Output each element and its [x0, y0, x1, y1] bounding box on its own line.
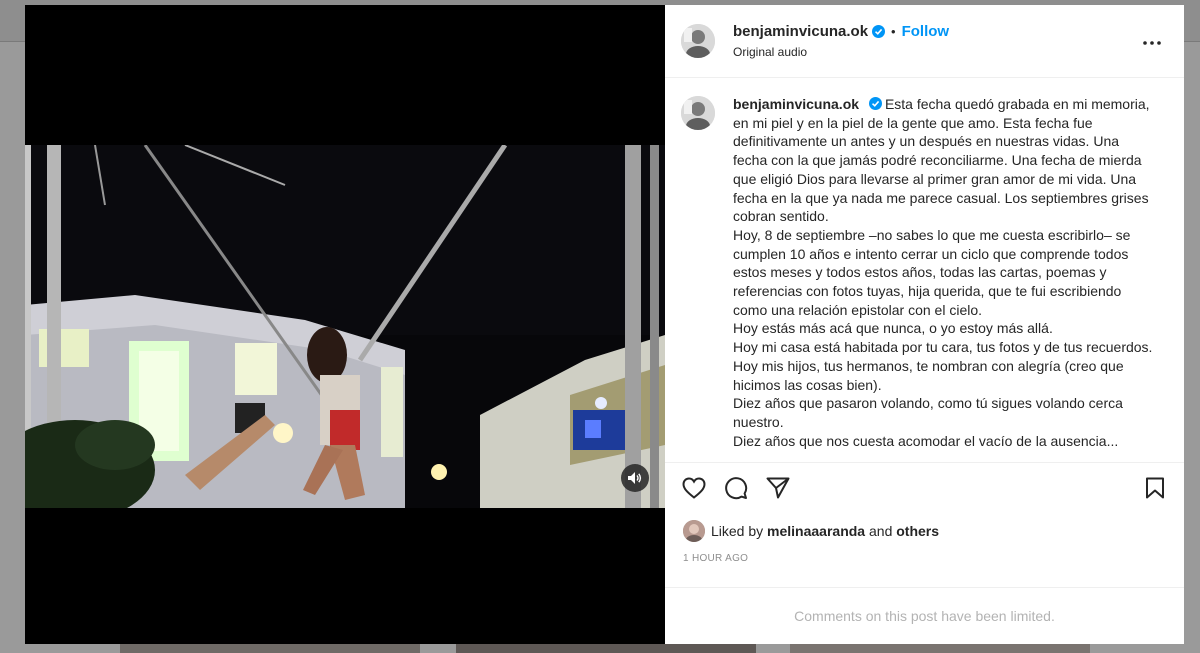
- audio-link[interactable]: Original audio: [733, 45, 949, 59]
- caption-paragraph: Hoy estás más acá que nunca, o yo estoy …: [733, 320, 1053, 337]
- likes-others-link[interactable]: others: [896, 523, 939, 539]
- bookmark-icon: [1145, 477, 1165, 504]
- username-link[interactable]: benjaminvicuna.ok: [733, 23, 868, 40]
- comments-limited-notice: Comments on this post have been limited.: [665, 587, 1184, 644]
- avatar[interactable]: [681, 96, 715, 130]
- action-bar: [665, 462, 1184, 518]
- save-button[interactable]: [1142, 477, 1168, 504]
- speaker-icon: [628, 472, 642, 484]
- post-caption: benjaminvicuna.ok Esta fecha quedó graba…: [733, 95, 1153, 450]
- post-timestamp[interactable]: 1 HOUR AGO: [683, 553, 748, 564]
- verified-badge-icon: [872, 25, 886, 38]
- separator-dot: •: [891, 24, 896, 39]
- post-header: benjaminvicuna.ok • Follow Original audi…: [665, 5, 1184, 78]
- more-horizontal-icon: [1143, 32, 1161, 50]
- share-button[interactable]: [765, 477, 791, 504]
- more-options-button[interactable]: [1140, 31, 1164, 51]
- post-details-panel: benjaminvicuna.ok • Follow Original audi…: [665, 5, 1184, 644]
- caption-paragraph: Hoy mis hijos, tus hermanos, te nombran …: [733, 357, 1124, 393]
- caption-paragraph: Hoy mi casa está habitada por tu cara, t…: [733, 339, 1153, 356]
- likes-summary: Liked by melinaaaranda and others: [683, 520, 939, 542]
- follow-button[interactable]: Follow: [902, 23, 950, 40]
- heart-icon: [682, 477, 706, 504]
- avatar[interactable]: [681, 24, 715, 58]
- comment-button[interactable]: [723, 476, 749, 505]
- mute-button[interactable]: [621, 464, 649, 492]
- likes-conjunction: and: [869, 523, 893, 539]
- verified-badge-icon: [868, 97, 882, 110]
- caption-paragraph: Diez años que pasaron volando, como tú s…: [733, 395, 1123, 430]
- caption-scroll-area[interactable]: benjaminvicuna.ok Esta fecha quedó graba…: [665, 79, 1184, 462]
- caption-username-link[interactable]: benjaminvicuna.ok: [733, 96, 859, 112]
- like-button[interactable]: [681, 477, 707, 504]
- caption-paragraph: Esta fecha quedó grabada en mi memoria, …: [733, 96, 1150, 225]
- liker-username-link[interactable]: melinaaaranda: [767, 523, 865, 539]
- liker-avatar[interactable]: [683, 520, 705, 542]
- caption-paragraph: Diez años que nos cuesta acomodar el vac…: [733, 432, 1119, 449]
- video-player[interactable]: [25, 145, 665, 508]
- likes-prefix: Liked by: [711, 523, 764, 539]
- caption-paragraph: Hoy, 8 de septiembre –no sabes lo que me…: [733, 226, 1131, 318]
- post-media: [25, 5, 665, 644]
- comment-icon: [724, 476, 748, 505]
- video-frame-image: [25, 145, 665, 508]
- send-icon: [766, 477, 790, 504]
